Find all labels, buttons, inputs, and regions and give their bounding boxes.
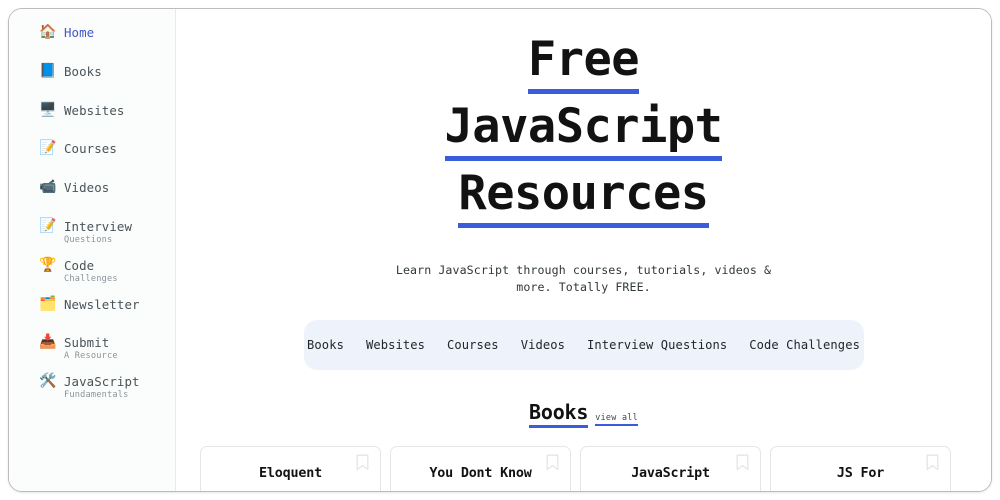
sidebar-item-submit[interactable]: 📥 Submit A Resource — [9, 333, 175, 372]
sidebar-item-label: Newsletter — [64, 296, 140, 312]
sidebar-item-courses[interactable]: 📝 Courses — [9, 139, 175, 178]
sidebar-item-sublabel: Questions — [64, 234, 113, 245]
hammer-and-wrench-icon: 🛠️ — [39, 373, 57, 390]
bookmark-icon[interactable] — [356, 454, 369, 471]
hero-line-1-wrap: Free — [176, 35, 991, 94]
book-card-title: JavaScript — [631, 465, 710, 481]
sidebar-item-label: Home — [64, 25, 95, 40]
sidebar-item-javascript[interactable]: 🛠️ JavaScript Fundamentals — [9, 372, 175, 411]
sidebar-item-text: Courses — [64, 139, 117, 158]
hero-line-2-wrap: JavaScript — [176, 94, 991, 161]
sidebar-item-label: Videos — [64, 180, 110, 196]
sidebar-nav-list: 🏠 Home 📘 Books 🖥️ Websites 📝 Courses 📹 Videos 📝 Int… — [9, 23, 175, 411]
sidebar-item-label: Courses — [64, 141, 117, 157]
sidebar-item-sublabel: Fundamentals — [64, 390, 129, 401]
sidebar-item-label: JavaScript — [64, 374, 140, 390]
sidebar-item-label: Books — [64, 63, 102, 79]
bookmark-icon[interactable] — [736, 454, 749, 471]
book-card-title: Eloquent — [259, 465, 322, 481]
sidebar-item-home[interactable]: 🏠 Home — [9, 23, 175, 62]
inbox-tray-icon: 📥 — [39, 334, 57, 351]
sidebar-item-text: Newsletter — [64, 295, 140, 314]
sidebar-item-text: Submit A Resource — [64, 333, 118, 362]
sidebar-item-text: Interview Questions — [64, 217, 132, 246]
blue-book-icon: 📘 — [39, 62, 57, 79]
desktop-computer-icon: 🖥️ — [39, 101, 57, 118]
page-title-line-3: Resources — [458, 169, 709, 228]
window-content: 🏠 Home 📘 Books 🖥️ Websites 📝 Courses 📹 Videos 📝 Int… — [9, 9, 991, 491]
hero-section: Free JavaScript Resources Learn JavaScri… — [176, 9, 991, 296]
sidebar-item-text: JavaScript Fundamentals — [64, 372, 140, 401]
video-camera-icon: 📹 — [39, 179, 57, 196]
quick-link-videos[interactable]: Videos — [510, 338, 576, 352]
sidebar-item-text: Websites — [64, 101, 124, 120]
sidebar-item-text: Videos — [64, 178, 109, 197]
book-card[interactable]: JavaScript — [580, 445, 761, 491]
bookmark-icon[interactable] — [546, 454, 559, 471]
hero-line-3-wrap: Resources — [176, 161, 991, 228]
book-card[interactable]: Eloquent — [200, 445, 381, 491]
page-title-line-2: JavaScript — [444, 102, 723, 161]
sidebar-item-websites[interactable]: 🖥️ Websites — [9, 101, 175, 140]
main-content: Free JavaScript Resources Learn JavaScri… — [176, 9, 991, 491]
quick-link-books[interactable]: Books — [296, 338, 355, 352]
book-card-list: Eloquent You Dont Know JavaScript JS For — [176, 445, 991, 491]
memo-icon: 📝 — [39, 217, 57, 234]
sidebar-item-label: Code — [64, 257, 95, 273]
page-title-line-1: Free — [527, 35, 640, 94]
sidebar-item-interview[interactable]: 📝 Interview Questions — [9, 217, 175, 256]
view-all-link[interactable]: view all — [595, 412, 638, 426]
sidebar-item-text: Home — [64, 23, 94, 42]
sidebar-item-text: Code Challenges — [64, 256, 118, 285]
sidebar-item-text: Books — [64, 62, 102, 81]
sidebar-item-label: Websites — [64, 102, 125, 118]
house-icon: 🏠 — [39, 24, 57, 40]
book-card[interactable]: JS For — [770, 445, 951, 491]
sidebar-item-sublabel: Challenges — [64, 273, 118, 284]
quick-link-courses[interactable]: Courses — [436, 338, 510, 352]
book-card-title: You Dont Know — [429, 465, 532, 481]
browser-window: 🏠 Home 📘 Books 🖥️ Websites 📝 Courses 📹 Videos 📝 Int… — [8, 8, 992, 492]
book-card[interactable]: You Dont Know — [390, 445, 571, 491]
trophy-icon: 🏆 — [39, 256, 57, 273]
sidebar-item-videos[interactable]: 📹 Videos — [9, 178, 175, 217]
section-header: Books view all — [176, 401, 991, 428]
section-title: Books — [529, 401, 588, 428]
sidebar: 🏠 Home 📘 Books 🖥️ Websites 📝 Courses 📹 Videos 📝 Int… — [9, 9, 176, 491]
sidebar-item-books[interactable]: 📘 Books — [9, 62, 175, 101]
hero-subtitle: Learn JavaScript through courses, tutori… — [395, 262, 772, 294]
memo-icon: 📝 — [39, 140, 57, 157]
sidebar-item-label: Interview — [64, 218, 133, 234]
envelope-icon: 🗂️ — [39, 295, 57, 312]
quick-links-bar: Books Websites Courses Videos Interview Ques… — [303, 319, 864, 370]
sidebar-item-sublabel: A Resource — [64, 351, 118, 362]
book-card-title: JS For — [836, 465, 885, 481]
sidebar-item-label: Submit — [64, 335, 110, 351]
bookmark-icon[interactable] — [926, 454, 939, 471]
sidebar-item-newsletter[interactable]: 🗂️ Newsletter — [9, 295, 175, 334]
quick-link-interview-questions[interactable]: Interview Questions — [576, 338, 738, 352]
quick-link-code-challenges[interactable]: Code Challenges — [738, 338, 871, 352]
sidebar-item-code[interactable]: 🏆 Code Challenges — [9, 256, 175, 295]
quick-link-websites[interactable]: Websites — [355, 338, 436, 352]
